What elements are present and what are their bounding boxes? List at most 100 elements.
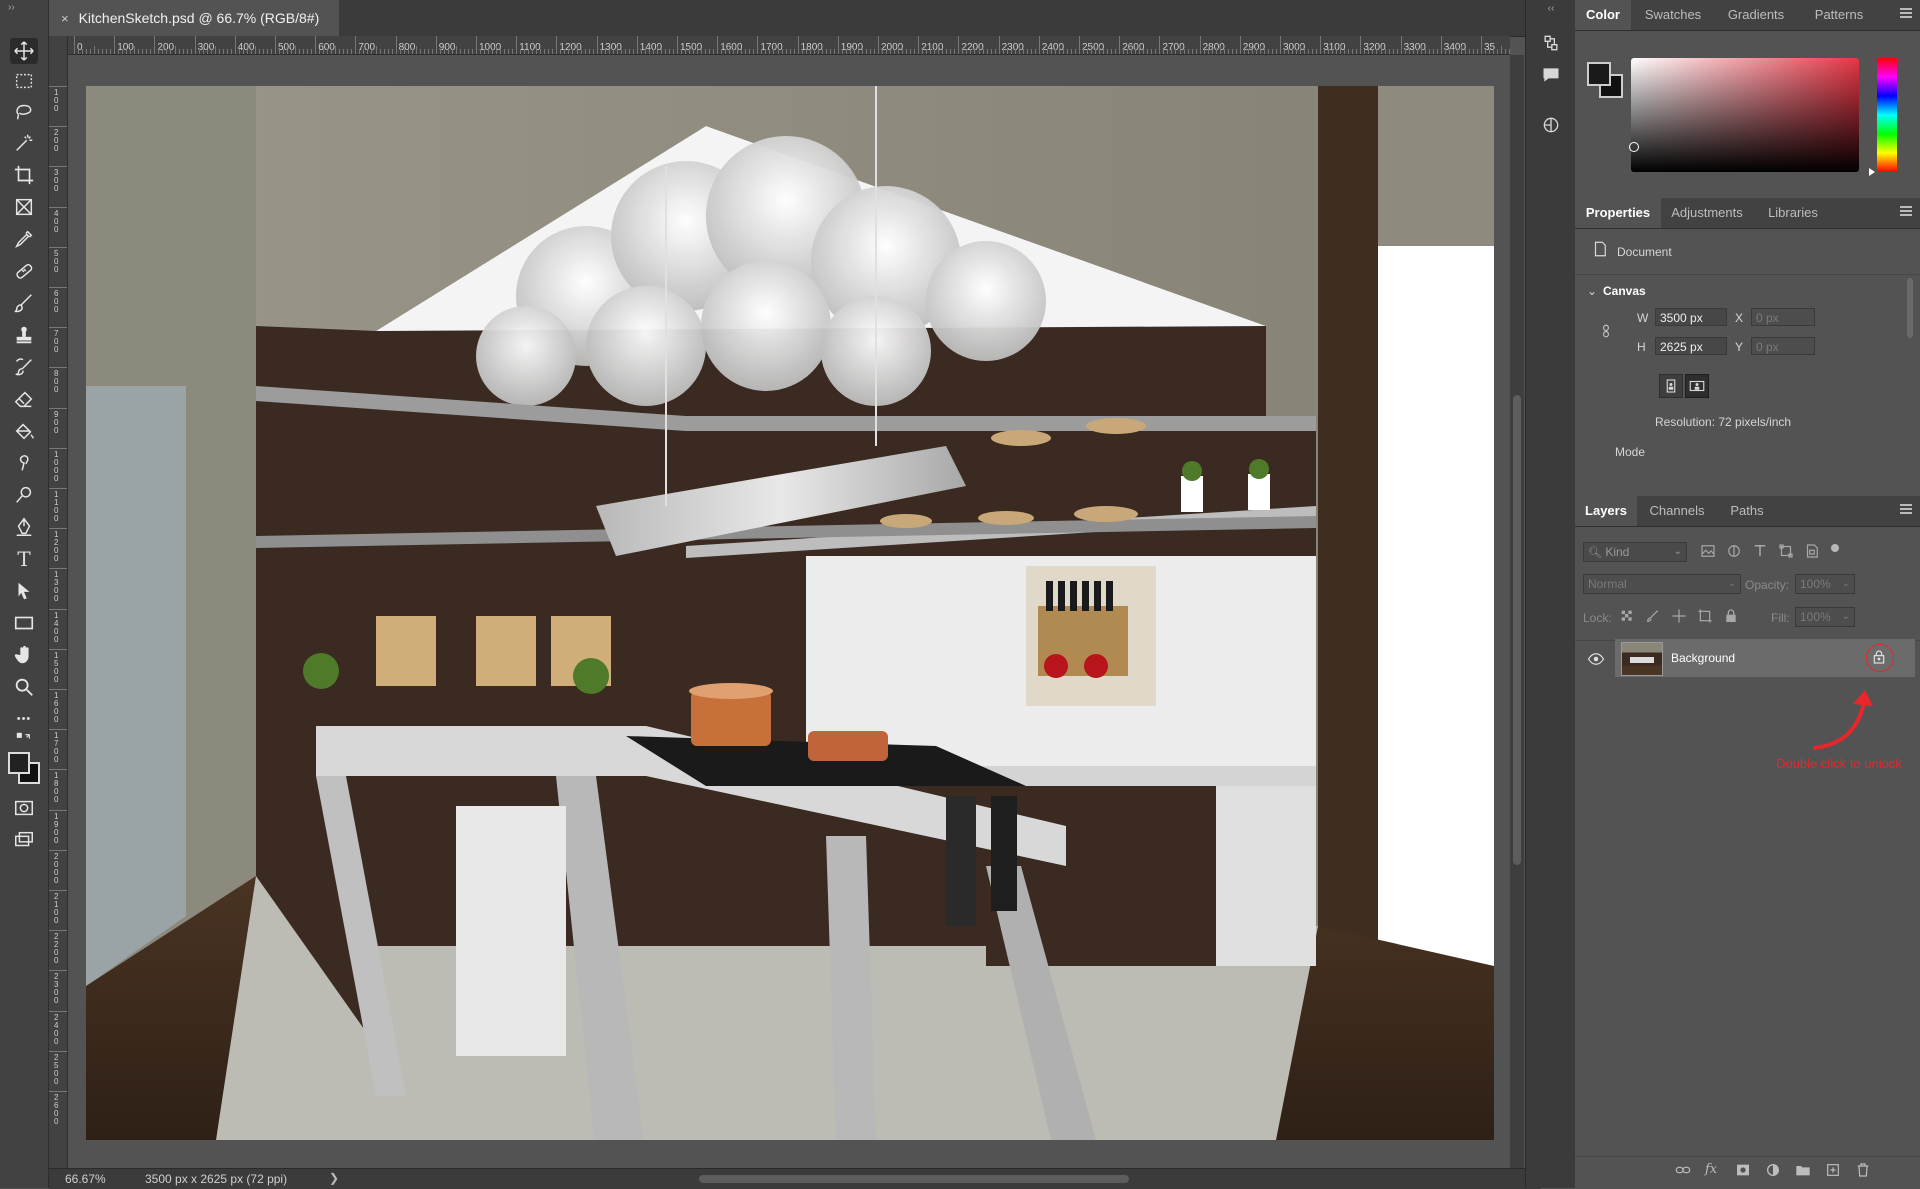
ruler-minor-tick — [616, 46, 618, 54]
link-dimensions-icon[interactable] — [1599, 322, 1613, 345]
document-tab[interactable]: × KitchenSketch.psd @ 66.7% (RGB/8#) — [49, 0, 339, 36]
layer-name[interactable]: Background — [1671, 651, 1735, 665]
status-menu-arrow-icon[interactable]: ❯ — [329, 1171, 339, 1185]
tab-swatches[interactable]: Swatches — [1633, 0, 1713, 30]
magic-wand-tool-icon[interactable] — [10, 130, 38, 156]
layer-lock-icon[interactable] — [1871, 649, 1887, 670]
more-tools-icon[interactable]: ••• — [10, 706, 38, 732]
properties-panel-menu-icon[interactable] — [1900, 206, 1912, 218]
landscape-orientation-icon[interactable] — [1685, 374, 1709, 398]
frame-tool-icon[interactable] — [10, 194, 38, 220]
lock-transparent-pixels-icon[interactable] — [1619, 608, 1635, 629]
tab-gradients[interactable]: Gradients — [1715, 0, 1797, 30]
fg-bg-swatch[interactable] — [1587, 62, 1623, 98]
new-group-icon[interactable] — [1795, 1162, 1811, 1183]
close-tab-icon[interactable]: × — [61, 11, 69, 26]
panel-collapse-icon[interactable]: ‹‹ — [1538, 2, 1564, 14]
screen-mode-icon[interactable] — [10, 827, 38, 853]
history-brush-tool-icon[interactable] — [10, 354, 38, 380]
lock-position-icon[interactable] — [1671, 608, 1687, 629]
eraser-tool-icon[interactable] — [10, 386, 38, 412]
zoom-level[interactable]: 66.67% — [65, 1172, 106, 1186]
document-canvas[interactable] — [86, 86, 1494, 1140]
brush-tool-icon[interactable] — [10, 290, 38, 316]
hue-slider-arrow-icon[interactable] — [1869, 168, 1875, 176]
ruler-minor-tick — [1099, 46, 1101, 54]
lock-image-pixels-icon[interactable] — [1645, 608, 1661, 629]
filter-shape-icon[interactable] — [1777, 542, 1795, 565]
tab-paths[interactable]: Paths — [1717, 496, 1777, 526]
delete-layer-icon[interactable] — [1855, 1162, 1871, 1183]
tab-color[interactable]: Color — [1575, 0, 1631, 30]
ruler-minor-tick — [496, 46, 498, 54]
layer-visibility-eye-icon[interactable] — [1587, 650, 1605, 673]
portrait-orientation-icon[interactable] — [1659, 374, 1683, 398]
history-icon[interactable] — [1538, 30, 1564, 56]
paint-bucket-tool-icon[interactable] — [10, 418, 38, 444]
lock-artboard-icon[interactable] — [1697, 608, 1713, 629]
color-picker-field[interactable] — [1631, 58, 1859, 172]
quick-mask-mode-icon[interactable] — [10, 795, 38, 821]
filter-toggle-icon[interactable] — [1831, 544, 1839, 552]
tab-patterns[interactable]: Patterns — [1799, 0, 1879, 30]
color-picker-cursor[interactable] — [1629, 142, 1639, 152]
tab-layers[interactable]: Layers — [1575, 496, 1637, 526]
tab-properties[interactable]: Properties — [1575, 198, 1661, 228]
tab-libraries[interactable]: Libraries — [1753, 198, 1833, 228]
type-tool-icon[interactable]: T — [10, 546, 38, 572]
color-panel-menu-icon[interactable] — [1900, 8, 1912, 20]
new-adjustment-layer-icon[interactable] — [1765, 1162, 1781, 1183]
layer-filter-kind[interactable]: 🔍︎ Kind ⌄ — [1583, 542, 1687, 562]
horizontal-ruler[interactable]: 0 100 200 300 400 500 600 700 800 900 1000 1100 1200… — [68, 36, 1510, 55]
filter-type-icon[interactable] — [1751, 542, 1769, 565]
ruler-minor-tick — [978, 46, 980, 54]
crop-tool-icon[interactable] — [10, 162, 38, 188]
blend-mode-select[interactable]: Normal ⌄ — [1583, 574, 1741, 594]
clone-stamp-tool-icon[interactable] — [10, 322, 38, 348]
canvas-section-header[interactable]: Canvas — [1603, 284, 1646, 298]
properties-scrollbar-thumb[interactable] — [1907, 278, 1913, 338]
move-tool-icon[interactable] — [10, 38, 38, 64]
layers-panel-menu-icon[interactable] — [1900, 504, 1912, 516]
toolbar-collapse-icon[interactable]: ›› — [8, 2, 15, 13]
vertical-scrollbar-thumb[interactable] — [1513, 395, 1521, 865]
opacity-field[interactable]: 100% ⌄ — [1795, 574, 1855, 594]
zoom-tool-icon[interactable] — [10, 674, 38, 700]
lasso-tool-icon[interactable] — [10, 98, 38, 124]
layer-row-background[interactable]: Background — [1615, 639, 1915, 677]
fill-field[interactable]: 100% ⌄ — [1795, 607, 1855, 627]
hand-tool-icon[interactable] — [10, 642, 38, 668]
vertical-scrollbar[interactable] — [1510, 55, 1524, 1168]
filter-adjustment-icon[interactable] — [1725, 542, 1743, 565]
width-field[interactable]: 3500 px — [1655, 308, 1727, 326]
add-mask-icon[interactable] — [1735, 1162, 1751, 1183]
x-field[interactable]: 0 px — [1751, 308, 1815, 326]
dodge-tool-icon[interactable] — [10, 482, 38, 508]
marquee-tool-icon[interactable] — [10, 68, 38, 94]
hue-slider[interactable] — [1877, 58, 1897, 172]
foreground-background-colors[interactable] — [8, 752, 40, 784]
swap-colors-icon[interactable] — [10, 730, 38, 750]
vertical-ruler[interactable]: 100 200 300 400 500 600 700 800 900 1000 1100 1200 1… — [49, 36, 68, 1172]
layer-style-fx-icon[interactable]: fx — [1705, 1162, 1717, 1177]
horizontal-scrollbar-thumb[interactable] — [699, 1175, 1129, 1183]
tab-channels[interactable]: Channels — [1639, 496, 1715, 526]
lock-all-icon[interactable] — [1723, 608, 1739, 629]
filter-smart-object-icon[interactable] — [1803, 542, 1821, 565]
link-layers-icon[interactable] — [1675, 1162, 1691, 1183]
rectangle-tool-icon[interactable] — [10, 610, 38, 636]
path-selection-tool-icon[interactable] — [10, 578, 38, 604]
learn-icon[interactable] — [1538, 112, 1564, 138]
eyedropper-tool-icon[interactable] — [10, 226, 38, 252]
tab-adjustments[interactable]: Adjustments — [1663, 198, 1751, 228]
smudge-tool-icon[interactable] — [10, 450, 38, 476]
healing-brush-tool-icon[interactable] — [10, 258, 38, 284]
canvas-section-chevron-icon[interactable]: ⌄ — [1587, 284, 1597, 298]
new-layer-icon[interactable] — [1825, 1162, 1841, 1183]
comments-icon[interactable] — [1538, 62, 1564, 88]
pen-tool-icon[interactable] — [10, 514, 38, 540]
y-field[interactable]: 0 px — [1751, 337, 1815, 355]
filter-pixel-icon[interactable] — [1699, 542, 1717, 565]
height-field[interactable]: 2625 px — [1655, 337, 1727, 355]
ruler-minor-tick — [664, 49, 666, 54]
